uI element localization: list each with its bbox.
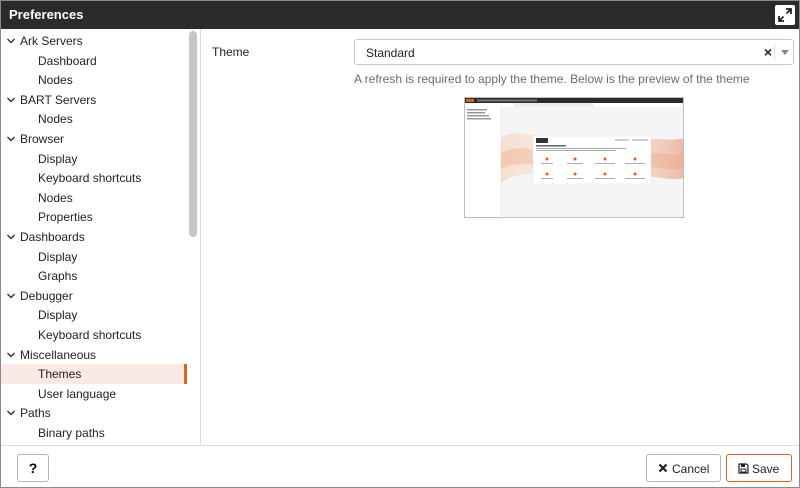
select-separator [774,44,775,60]
tree-item-label: BART Servers [20,92,97,107]
tree-item-label: Nodes [38,112,73,127]
tree-item[interactable]: Nodes [1,70,187,90]
chevron-down-icon[interactable] [6,291,16,301]
tree-item-label: Dashboards [20,230,85,244]
tree-item-label: Display [38,151,78,166]
help-button[interactable]: ? [17,454,49,482]
tree-group[interactable]: Miscellaneous [1,345,187,365]
tree-item-label: Keyboard shortcuts [38,328,142,342]
save-button[interactable]: Save [726,454,792,482]
tree-item-label: Miscellaneous [20,347,97,362]
tree-item[interactable]: Display [1,149,187,169]
theme-label: Theme [212,45,250,59]
tree-item-label: Properties [38,210,93,225]
cancel-button-label: Cancel [672,462,710,476]
chevron-down-icon[interactable] [6,95,16,105]
tree-item-label: Display [38,249,78,264]
chevron-down-icon[interactable] [6,350,16,360]
tree-item[interactable]: Dashboard [1,51,187,71]
dialog-titlebar[interactable]: Preferences [1,1,799,29]
tree-group[interactable]: Ark Servers [1,31,187,51]
tree-item-label: Dashboard [38,53,97,68]
preferences-dialog: Preferences Binary paths Paths User langua… [0,0,800,488]
tree-item-label: User language [38,386,117,401]
tree-item-label: Ark Servers [20,34,83,48]
theme-select[interactable]: Standard × [354,39,794,65]
tree-item[interactable]: Binary paths [1,423,187,443]
chevron-down-icon[interactable] [781,50,789,55]
tree-item[interactable]: Graphs [1,266,187,286]
tree-item[interactable]: Display [1,247,187,267]
tree-item-label: Debugger [20,288,73,303]
tree-item-label: Graphs [38,269,78,284]
dialog-title: Preferences [9,7,84,22]
theme-preview-image [464,97,684,218]
tree-item-label: Keyboard shortcuts [38,171,142,186]
chevron-down-icon[interactable] [6,408,16,418]
expand-icon [778,8,792,22]
save-button-label: Save [752,462,780,476]
maximize-button[interactable] [775,5,795,25]
clear-icon[interactable]: × [764,44,772,60]
dialog-footer: ? Cancel Save [1,445,799,487]
tree-item-label: Binary paths [38,426,105,440]
tree-item[interactable]: Nodes [1,109,187,129]
tree-item[interactable]: Nodes [1,188,187,208]
preferences-panel: Theme Standard × A refresh is required t… [202,29,799,445]
cancel-button[interactable]: Cancel [646,454,721,482]
theme-select-value: Standard [366,46,415,60]
tree-group[interactable]: Paths [1,403,187,423]
tree-group[interactable]: Dashboards [1,227,187,247]
close-icon [658,463,668,473]
tree-item[interactable]: User language [1,384,187,404]
tree-item[interactable]: Keyboard shortcuts [1,325,187,345]
tree-scrollbar[interactable] [189,31,197,237]
chevron-down-icon[interactable] [6,232,16,242]
chevron-down-icon[interactable] [6,36,16,46]
tree-item[interactable]: Keyboard shortcuts [1,168,187,188]
theme-hint: A refresh is required to apply the theme… [354,72,750,86]
preferences-tree: Binary paths Paths User language Themes Misc… [1,29,201,445]
tree-item-label: Paths [20,406,51,421]
tree-item-label: Themes [38,367,82,382]
save-icon [738,463,749,474]
tree-item[interactable]: Properties [1,207,187,227]
tree-item[interactable]: Themes [1,364,187,384]
tree-group[interactable]: Browser [1,129,187,149]
tree-item-label: Nodes [38,73,73,88]
tree-item-label: Browser [20,132,65,146]
dialog-body: Binary paths Paths User language Themes Misc… [1,29,799,445]
tree-item[interactable]: Display [1,305,187,325]
tree-group[interactable]: BART Servers [1,90,187,110]
tree-item-label: Nodes [38,190,73,205]
tree-item-label: Display [38,308,78,323]
chevron-down-icon[interactable] [6,134,16,144]
tree-group[interactable]: Debugger [1,286,187,306]
